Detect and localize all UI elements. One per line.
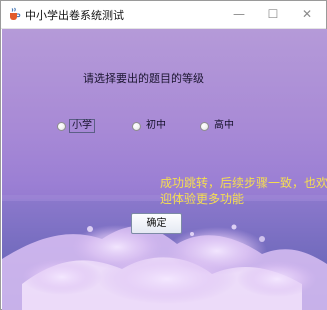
window-title: 中小学出卷系统测试 [25, 9, 124, 22]
title-bar[interactable]: 中小学出卷系统测试 — ☐ ✕ [1, 1, 326, 29]
primary-radio[interactable] [57, 121, 66, 131]
option-primary[interactable]: 小学 [57, 119, 95, 133]
content-panel: 请选择要出的题目的等级 小学 初中 高中 成功跳转，后续步骤一致，也欢 迎体验更… [2, 29, 327, 310]
confirm-button[interactable]: 确定 [131, 213, 182, 234]
success-message: 成功跳转，后续步骤一致，也欢 迎体验更多功能 [160, 175, 327, 207]
junior-radio[interactable] [132, 121, 141, 131]
java-coffee-icon [10, 7, 21, 20]
senior-label[interactable]: 高中 [212, 120, 236, 132]
maximize-button[interactable]: ☐ [256, 1, 290, 27]
app-window: 中小学出卷系统测试 — ☐ ✕ 请选择要出的题目的等级 小学 初中 高中 成功跳… [0, 0, 327, 310]
option-junior[interactable]: 初中 [132, 119, 168, 133]
level-prompt: 请选择要出的题目的等级 [83, 72, 204, 85]
primary-label[interactable]: 小学 [69, 119, 95, 133]
minimize-button[interactable]: — [222, 1, 256, 27]
junior-label[interactable]: 初中 [144, 120, 168, 132]
option-senior[interactable]: 高中 [200, 119, 236, 133]
senior-radio[interactable] [200, 121, 209, 131]
message-line-2: 迎体验更多功能 [160, 192, 245, 206]
close-button[interactable]: ✕ [290, 1, 324, 27]
message-line-1: 成功跳转，后续步骤一致，也欢 [160, 176, 327, 190]
